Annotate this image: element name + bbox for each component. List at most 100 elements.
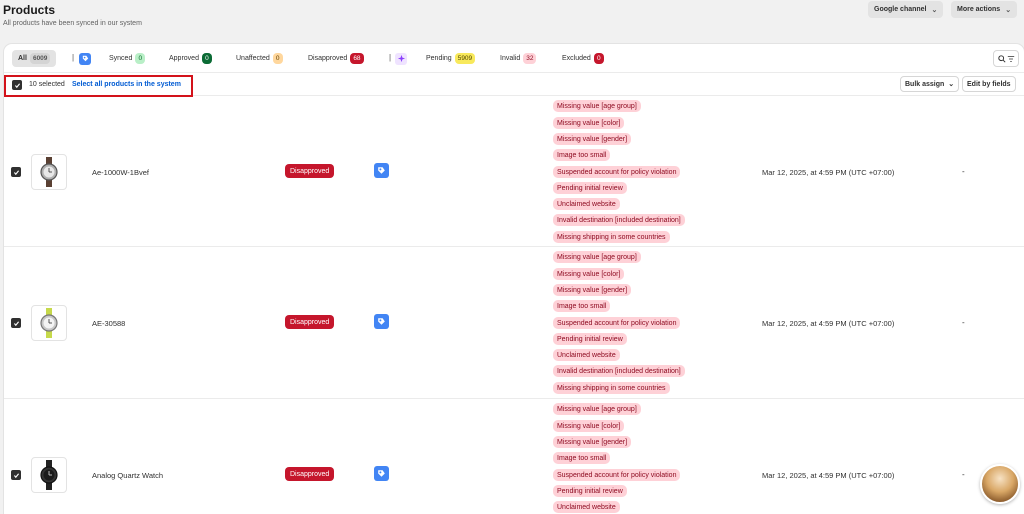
search-icon xyxy=(997,54,1006,63)
issue-badge: Missing value [age group] xyxy=(553,100,641,112)
divider: | xyxy=(72,53,75,62)
status-badge: Disapproved xyxy=(285,467,335,481)
synced-date: Mar 12, 2025, at 4:59 PM (UTC +07:00) xyxy=(762,168,895,177)
product-thumbnail[interactable] xyxy=(31,457,67,493)
issue-badge: Unclaimed website xyxy=(553,349,620,361)
google-shopping-icon xyxy=(79,52,91,65)
tab-label: Excluded xyxy=(562,55,591,62)
issue-badge: Missing value [gender] xyxy=(553,133,632,145)
issue-badge: Pending initial review xyxy=(553,485,627,497)
page-title: Products xyxy=(3,3,56,17)
chevron-down-icon: ⌄ xyxy=(1005,6,1012,14)
tab-excluded[interactable]: Excluded 0 xyxy=(556,50,610,67)
tab-all[interactable]: All 6009 xyxy=(12,50,57,67)
synced-date: Mar 12, 2025, at 4:59 PM (UTC +07:00) xyxy=(762,471,895,480)
issue-badge: Missing value [gender] xyxy=(553,284,632,296)
table-row[interactable]: Ae-1000W-1Bvef Disapproved Missing value… xyxy=(4,96,1024,247)
tab-label: Approved xyxy=(169,55,199,62)
tab-disapproved[interactable]: Disapproved 68 xyxy=(302,50,370,67)
issue-badge: Missing shipping in some countries xyxy=(553,382,670,394)
tab-count: 0 xyxy=(272,53,283,64)
row-checkbox[interactable] xyxy=(11,167,21,177)
issue-badge: Pending initial review xyxy=(553,182,627,194)
bulk-assign-label: Bulk assign xyxy=(905,80,945,88)
tab-unaffected[interactable]: Unaffected 0 xyxy=(230,50,289,67)
issue-badge: Invalid destination [included destinatio… xyxy=(553,365,685,377)
issue-badge: Missing value [color] xyxy=(553,117,625,129)
synced-date: Mar 12, 2025, at 4:59 PM (UTC +07:00) xyxy=(762,319,895,328)
issue-badge: Image too small xyxy=(553,300,611,312)
product-name[interactable]: Analog Quartz Watch xyxy=(92,471,163,480)
select-all-products-link[interactable]: Select all products in the system xyxy=(72,81,181,88)
tab-count: 32 xyxy=(523,53,537,64)
google-channel-button[interactable]: Google channel ⌄ xyxy=(868,1,944,18)
tab-count: 0 xyxy=(593,53,604,64)
edit-by-fields-label: Edit by fields xyxy=(967,80,1011,88)
tab-label: All xyxy=(18,55,27,62)
issue-badge: Missing value [color] xyxy=(553,268,625,280)
more-actions-button[interactable]: More actions ⌄ xyxy=(951,1,1018,18)
tab-other-channel[interactable] xyxy=(392,50,410,67)
google-channel-label: Google channel xyxy=(874,6,927,13)
row-checkbox[interactable] xyxy=(11,318,21,328)
tab-approved[interactable]: Approved 0 xyxy=(163,50,218,67)
tab-label: Disapproved xyxy=(308,55,348,62)
edit-by-fields-button[interactable]: Edit by fields xyxy=(962,76,1016,92)
tab-pending[interactable]: Pending 5909 xyxy=(420,50,481,67)
empty-value: - xyxy=(962,470,965,479)
tab-google-channel[interactable] xyxy=(76,50,94,67)
filter-icon xyxy=(1007,55,1014,62)
table-row[interactable]: Analog Quartz Watch Disapproved Missing … xyxy=(4,399,1024,514)
issue-badge: Suspended account for policy violation xyxy=(553,317,681,329)
issue-badge: Missing value [color] xyxy=(553,420,625,432)
watch-image xyxy=(40,460,58,490)
tab-synced[interactable]: Synced 0 xyxy=(103,50,151,67)
issue-badge: Missing value [age group] xyxy=(553,403,641,415)
search-filter-button[interactable] xyxy=(993,50,1019,67)
issue-badge: Suspended account for policy violation xyxy=(553,166,681,178)
google-shopping-icon xyxy=(374,466,389,481)
issue-badge: Image too small xyxy=(553,149,611,161)
tab-label: Pending xyxy=(426,55,452,62)
issue-badge: Missing shipping in some countries xyxy=(553,231,670,243)
check-icon xyxy=(13,472,19,478)
check-icon xyxy=(13,320,19,326)
empty-value: - xyxy=(962,167,965,176)
watch-image xyxy=(40,157,58,187)
table-row[interactable]: AE-30588 Disapproved Missing value [age … xyxy=(4,247,1024,399)
sparkle-icon xyxy=(395,52,407,65)
product-name[interactable]: AE-30588 xyxy=(92,319,125,328)
issue-badge: Invalid destination [included destinatio… xyxy=(553,214,685,226)
bulk-assign-button[interactable]: Bulk assign ⌄ xyxy=(900,76,960,92)
page-subtitle: All products have been synced in our sys… xyxy=(3,20,142,27)
product-name[interactable]: Ae-1000W-1Bvef xyxy=(92,168,149,177)
check-icon xyxy=(13,169,19,175)
issue-badge: Unclaimed website xyxy=(553,198,620,210)
chevron-down-icon: ⌄ xyxy=(931,6,938,14)
product-thumbnail[interactable] xyxy=(31,154,67,190)
status-tabs: All 6009 | Synced 0 Approved 0 Unaffecte… xyxy=(4,44,1024,73)
bulk-selection-bar: 10 selected Select all products in the s… xyxy=(4,73,1024,97)
chat-avatar[interactable] xyxy=(980,464,1020,504)
check-icon xyxy=(14,82,20,88)
tab-count: 5909 xyxy=(454,53,476,64)
tab-invalid[interactable]: Invalid 32 xyxy=(494,50,542,67)
divider: | xyxy=(389,53,392,62)
tab-label: Unaffected xyxy=(236,55,270,62)
issue-badge: Pending initial review xyxy=(553,333,627,345)
tab-label: Invalid xyxy=(500,55,521,62)
issue-badge: Image too small xyxy=(553,452,611,464)
tab-count: 68 xyxy=(350,53,364,64)
tab-count: 0 xyxy=(201,53,212,64)
tab-count: 0 xyxy=(135,53,146,64)
row-checkbox[interactable] xyxy=(11,470,21,480)
google-shopping-icon xyxy=(374,314,389,329)
tab-count: 6009 xyxy=(29,53,51,64)
chevron-down-icon: ⌄ xyxy=(948,81,955,88)
select-all-checkbox[interactable] xyxy=(12,80,22,90)
issue-badge: Missing value [gender] xyxy=(553,436,632,448)
issue-badge: Unclaimed website xyxy=(553,501,620,513)
selected-count: 10 selected xyxy=(29,81,65,88)
page-header: Products All products have been synced i… xyxy=(0,0,1024,40)
product-thumbnail[interactable] xyxy=(31,305,67,341)
